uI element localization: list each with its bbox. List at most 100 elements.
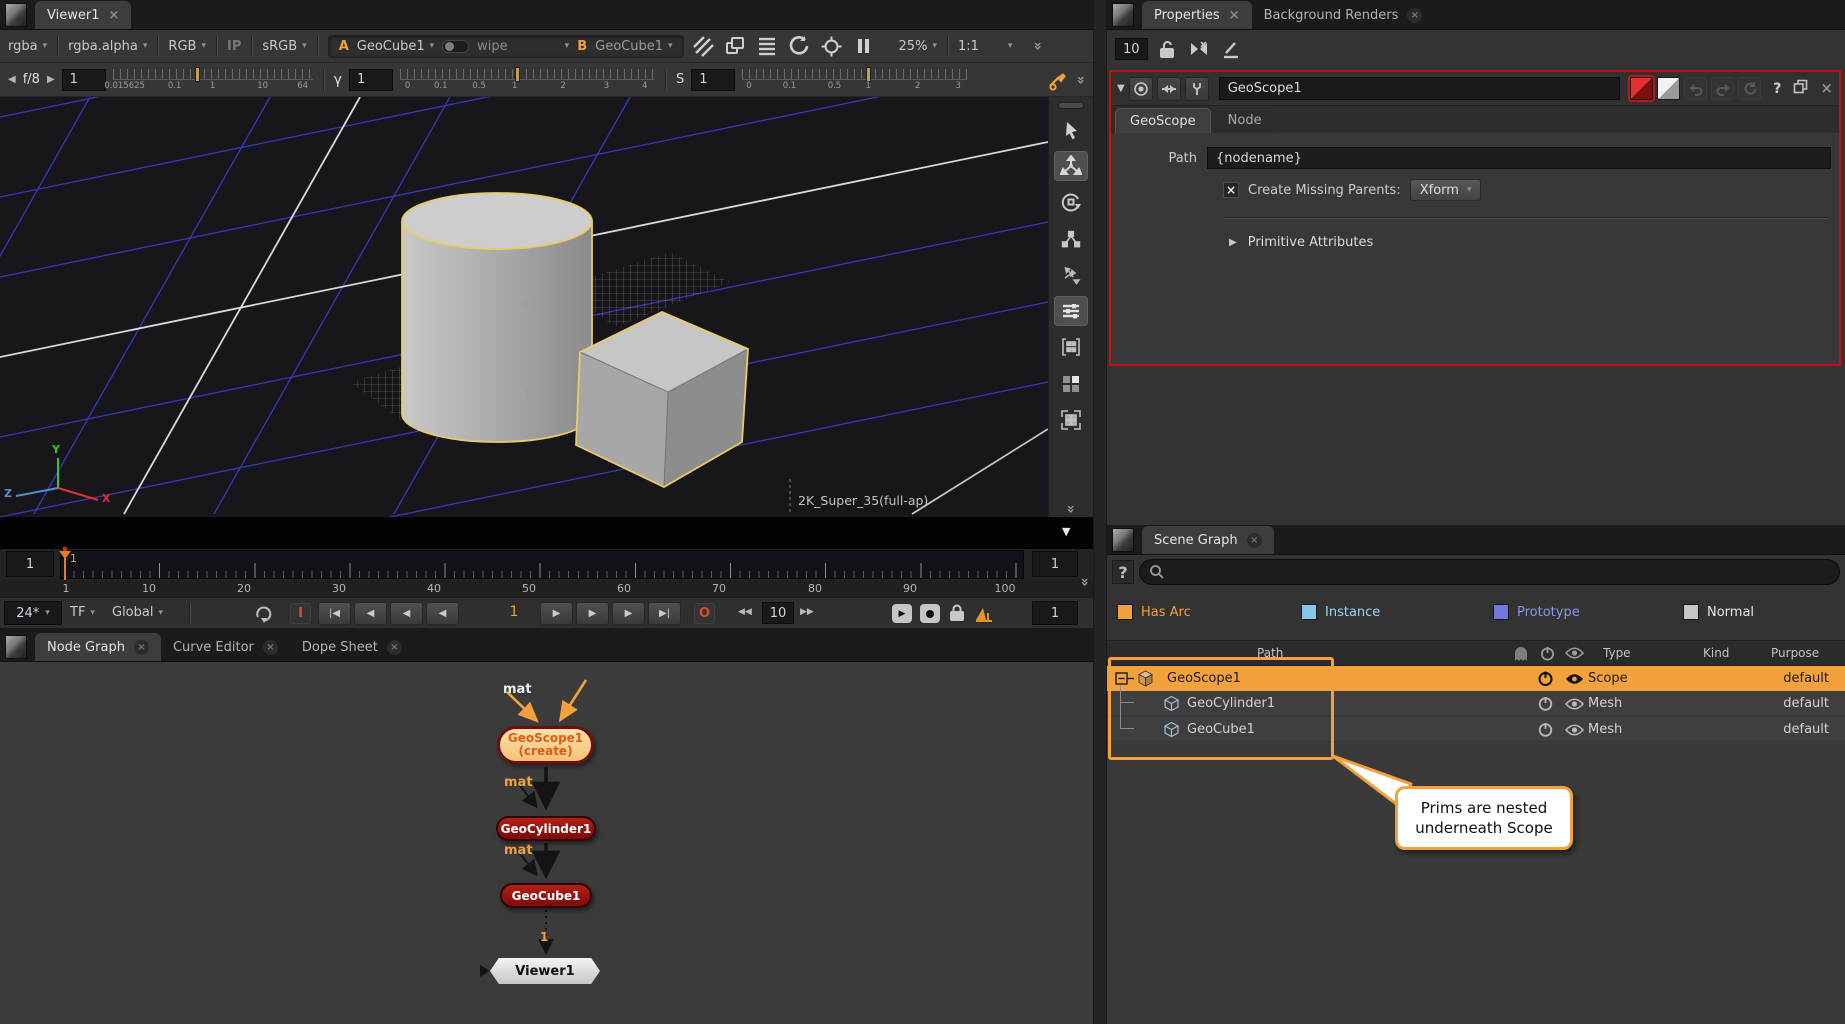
play-button[interactable]: ▶ (540, 602, 573, 625)
shading-icon[interactable] (1157, 77, 1181, 101)
layer-dropdown[interactable]: rgba.alpha▾ (68, 39, 147, 54)
ghost-icon[interactable] (1513, 645, 1531, 665)
rotate-tool-icon[interactable] (1054, 187, 1088, 217)
next-keyframe-button[interactable]: ▶ (612, 602, 645, 625)
loop-mode-icon[interactable] (252, 602, 276, 630)
expander-icon[interactable]: ▶ (1229, 237, 1237, 248)
exposure-slider[interactable]: 0.0156250.111064 (113, 66, 313, 94)
lock-icon[interactable] (1155, 37, 1180, 61)
checkbox-checked[interactable]: × (1223, 182, 1239, 198)
tool-overflow-chevron-icon[interactable]: » (1063, 504, 1079, 513)
tab-node[interactable]: Node (1214, 108, 1276, 133)
timeline-overflow-chevron-icon[interactable]: » (1077, 577, 1093, 586)
overflow-chevron-icon[interactable]: » (1030, 41, 1046, 50)
default-color-swatch[interactable] (1657, 77, 1680, 100)
power-icon[interactable] (1537, 721, 1554, 742)
set-out-point-button[interactable]: O (694, 603, 715, 624)
display-mode-dropdown[interactable]: RGB▾ (168, 39, 206, 54)
layers-icon[interactable] (723, 34, 748, 58)
ip-button[interactable]: IP (227, 39, 241, 54)
node-geocylinder1[interactable]: GeoCylinder1 (496, 816, 596, 841)
saturation-slider[interactable]: 00.10.5123 (742, 66, 967, 94)
close-icon[interactable]: × (1247, 533, 1262, 548)
capture-icon[interactable] (920, 604, 940, 623)
help-icon[interactable]: ? (1773, 81, 1781, 97)
node-geocube1[interactable]: GeoCube1 (500, 883, 592, 908)
flipbook-play-icon[interactable]: ▶ (892, 604, 912, 623)
tab-dope-sheet[interactable]: Dope Sheet× (290, 633, 414, 661)
close-icon[interactable]: × (108, 9, 119, 22)
gamma-slider[interactable]: 00.10.51234 (400, 66, 655, 94)
close-icon[interactable]: × (1407, 8, 1422, 23)
frame-view-icon[interactable] (1054, 405, 1088, 435)
close-icon[interactable]: × (134, 640, 149, 655)
clear-edits-icon[interactable] (1187, 37, 1212, 61)
fps-dropdown[interactable]: 24*▾ (4, 601, 62, 625)
node-geoscope1[interactable]: GeoScope1 (create) (497, 726, 594, 764)
float-window-icon[interactable] (1793, 79, 1808, 98)
play-backward-button[interactable]: ◀ (426, 602, 459, 625)
pane-menu-icon[interactable] (1112, 3, 1134, 27)
power-icon[interactable] (1537, 670, 1554, 691)
step-forward-button[interactable]: ▶ (576, 602, 609, 625)
timeline-start-field[interactable]: 1 (6, 551, 54, 577)
help-button[interactable]: ? (1112, 560, 1134, 584)
close-icon[interactable]: × (1820, 81, 1833, 96)
timeline-collapse-icon[interactable]: ▼ (1062, 525, 1070, 538)
view-node-icon[interactable] (1129, 77, 1153, 101)
wrench-icon[interactable] (1185, 77, 1209, 101)
slider-handle[interactable] (866, 67, 871, 82)
transform-tool-icon[interactable] (1054, 260, 1088, 290)
tf-dropdown[interactable]: TF▾ (70, 605, 95, 620)
pane-menu-icon[interactable] (5, 635, 27, 659)
power-icon[interactable] (1537, 695, 1554, 716)
b-buffer-label[interactable]: B (577, 39, 587, 54)
timeline-display-icon[interactable] (974, 604, 994, 626)
increment-button[interactable]: ▶▶ (800, 607, 814, 617)
power-icon[interactable] (1539, 645, 1556, 665)
exposure-label[interactable]: f/8 (23, 72, 40, 87)
exposure-prev-icon[interactable]: ◀ (8, 74, 16, 85)
wipe-toggle[interactable] (442, 40, 469, 53)
range-scope-dropdown[interactable]: Global▾ (112, 605, 163, 620)
column-purpose[interactable]: Purpose (1771, 646, 1819, 660)
previous-keyframe-button[interactable]: ◀ (354, 602, 387, 625)
set-in-point-button[interactable]: I (290, 603, 311, 624)
eye-icon[interactable] (1565, 672, 1584, 690)
slider-handle[interactable] (515, 67, 520, 82)
pane-menu-icon[interactable] (1112, 528, 1134, 552)
edit-pencil-icon[interactable] (1219, 37, 1244, 61)
exposure-next-icon[interactable]: ▶ (47, 74, 55, 85)
exposure-value[interactable]: 1 (62, 69, 106, 91)
close-icon[interactable]: × (1229, 9, 1240, 22)
tab-properties[interactable]: Properties× (1142, 1, 1252, 29)
wipe-mode-dropdown[interactable]: wipe▾ (477, 39, 569, 54)
search-input[interactable] (1139, 559, 1840, 585)
snap-settings-icon[interactable] (1054, 296, 1088, 326)
primitive-attributes-group[interactable]: ▶ Primitive Attributes (1229, 235, 1831, 250)
current-frame-field[interactable]: 1 (494, 604, 534, 620)
a-buffer-label[interactable]: A (339, 39, 349, 54)
overflow-chevron-icon[interactable]: » (1072, 75, 1088, 84)
b-node-dropdown[interactable]: GeoCube1▾ (595, 39, 672, 54)
vertical-splitter[interactable] (1093, 0, 1107, 1024)
a-node-dropdown[interactable]: GeoCube1▾ (357, 39, 434, 54)
disclosure-icon[interactable]: ▼ (1117, 83, 1125, 94)
go-to-end-button[interactable]: ▶| (648, 602, 681, 625)
close-icon[interactable]: × (387, 640, 402, 655)
column-kind[interactable]: Kind (1703, 646, 1729, 660)
pause-icon[interactable] (851, 34, 876, 58)
aperture-icon[interactable] (819, 34, 844, 58)
nodegraph-canvas[interactable]: mat mat mat 1 GeoScope1 (create) GeoCyli… (0, 662, 1093, 1024)
select-tool-icon[interactable] (1054, 115, 1088, 145)
channel-dropdown[interactable]: rgba▾ (8, 39, 47, 54)
eye-icon[interactable] (1565, 723, 1584, 741)
tab-node-graph[interactable]: Node Graph× (35, 633, 161, 661)
create-missing-parents-dropdown[interactable]: Xform▾ (1410, 179, 1482, 201)
step-back-button[interactable]: ◀ (390, 602, 423, 625)
timeline-ruler[interactable]: 1 (60, 550, 1024, 579)
viewport-3d[interactable]: 0.1 1 Y X Z 2K_Super_35(full-ap) (0, 97, 1048, 517)
close-icon[interactable]: × (263, 640, 278, 655)
wipe-pattern-icon[interactable] (691, 34, 716, 58)
eye-icon[interactable] (1565, 697, 1584, 715)
